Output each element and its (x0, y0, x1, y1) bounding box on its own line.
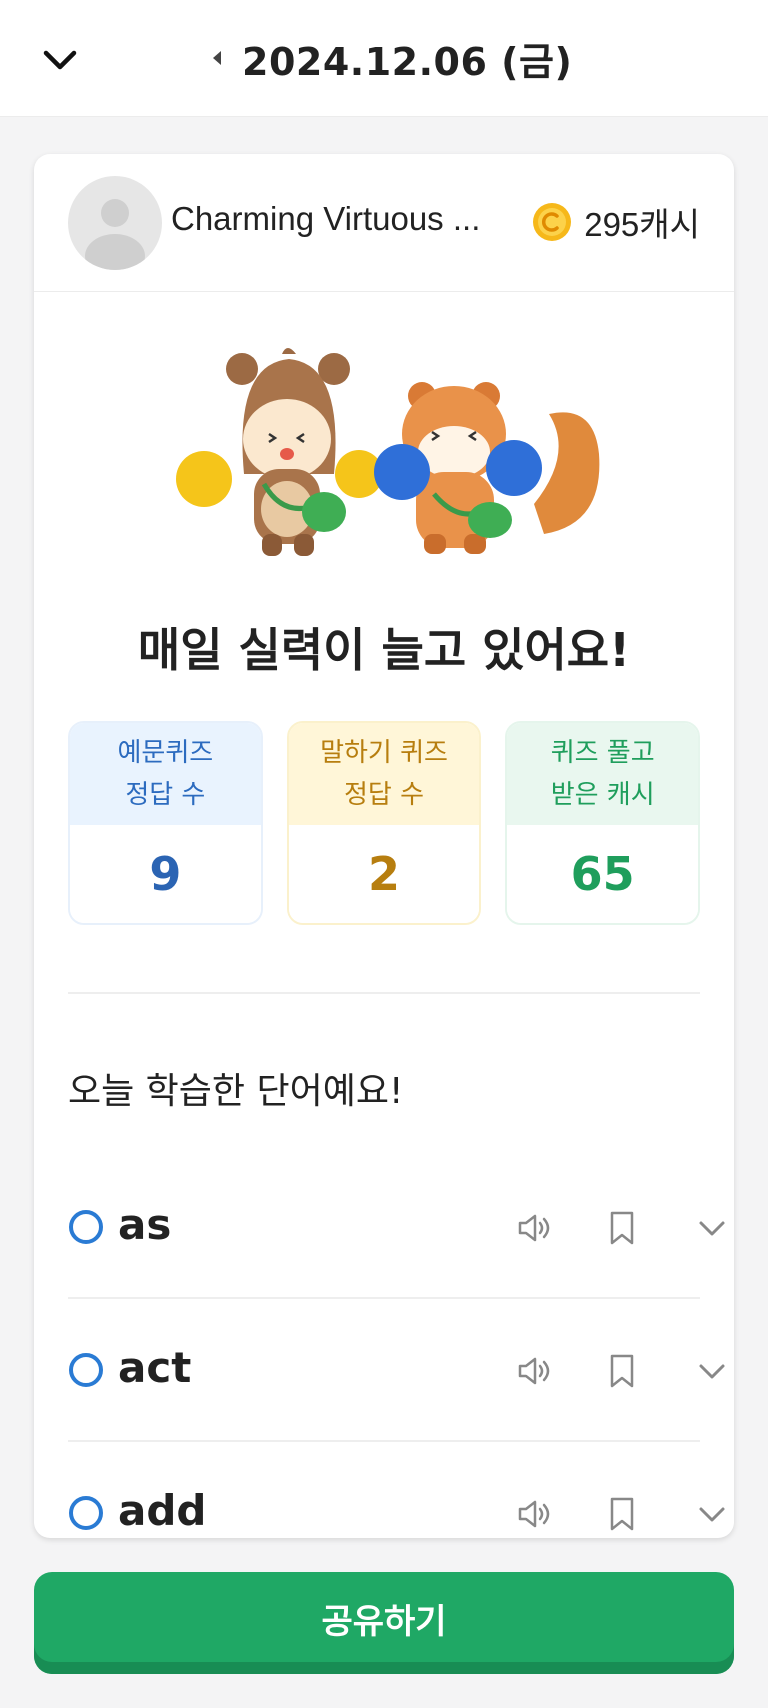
stat-label-line: 퀴즈 풀고 (550, 738, 655, 768)
speaker-icon[interactable] (514, 1351, 554, 1391)
speaker-icon[interactable] (514, 1494, 554, 1534)
word-row[interactable]: as (68, 1156, 725, 1299)
coin-icon (533, 203, 572, 241)
stat-label: 퀴즈 풀고 받은 캐시 (507, 723, 699, 825)
stat-label: 말하기 퀴즈 정답 수 (288, 723, 480, 825)
stat-label-line: 정답 수 (125, 780, 206, 810)
stats-row: 예문퀴즈 정답 수 9 말하기 퀴즈 정답 수 2 퀴즈 풀고 받은 캐시 65 (68, 721, 701, 925)
date-label: 2024.12.06 (금) (242, 39, 573, 84)
share-button[interactable]: 공유하기 (34, 1572, 734, 1674)
stat-example-quiz: 예문퀴즈 정답 수 9 (68, 721, 263, 925)
divider (68, 992, 700, 994)
stat-cash-earned: 퀴즈 풀고 받은 캐시 65 (505, 721, 701, 925)
cash-balance: 295캐시 (532, 198, 700, 246)
section-title: 오늘 학습한 단어예요! (68, 1071, 404, 1112)
word-text: add (118, 1486, 207, 1535)
chevron-down-icon[interactable] (692, 1351, 732, 1391)
circle-icon (69, 1210, 103, 1244)
stat-value: 65 (507, 825, 699, 923)
word-row[interactable]: act (68, 1299, 725, 1442)
headline: 매일 실력이 늘고 있어요! (137, 623, 631, 677)
date-selector[interactable]: 2024.12.06 (금) (210, 30, 572, 86)
word-text: as (118, 1200, 172, 1249)
stat-label-line: 말하기 퀴즈 (320, 738, 448, 768)
stat-label-line: 받은 캐시 (550, 780, 655, 810)
chevron-down-icon[interactable] (692, 1208, 732, 1248)
circle-icon (69, 1353, 103, 1387)
top-bar: 2024.12.06 (금) (0, 0, 768, 117)
word-row[interactable]: add (68, 1442, 725, 1538)
chevron-down-icon[interactable] (38, 38, 82, 82)
chevron-down-icon[interactable] (692, 1494, 732, 1534)
avatar (68, 176, 162, 270)
stat-label: 예문퀴즈 정답 수 (70, 723, 261, 825)
report-card: Charming Virtuous ... 295캐시 매일 실력이 늘고 있어… (34, 154, 734, 1538)
stat-label-line: 정답 수 (343, 780, 425, 810)
stat-speaking-quiz: 말하기 퀴즈 정답 수 2 (286, 721, 482, 925)
user-icon (85, 199, 145, 270)
bookmark-icon[interactable] (602, 1208, 642, 1248)
caret-left-icon[interactable] (210, 48, 224, 68)
bookmark-icon[interactable] (602, 1494, 642, 1534)
circle-icon (69, 1496, 103, 1530)
profile-header: Charming Virtuous ... 295캐시 (34, 154, 734, 292)
bookmark-icon[interactable] (602, 1351, 642, 1391)
cash-amount: 295캐시 (584, 206, 700, 243)
user-name: Charming Virtuous ... (171, 200, 481, 237)
stat-label-line: 예문퀴즈 (117, 738, 214, 768)
speaker-icon[interactable] (514, 1208, 554, 1248)
cheering-mascots-illustration (176, 348, 600, 556)
word-text: act (118, 1343, 192, 1392)
stat-value: 2 (288, 825, 480, 923)
stat-value: 9 (70, 825, 261, 923)
